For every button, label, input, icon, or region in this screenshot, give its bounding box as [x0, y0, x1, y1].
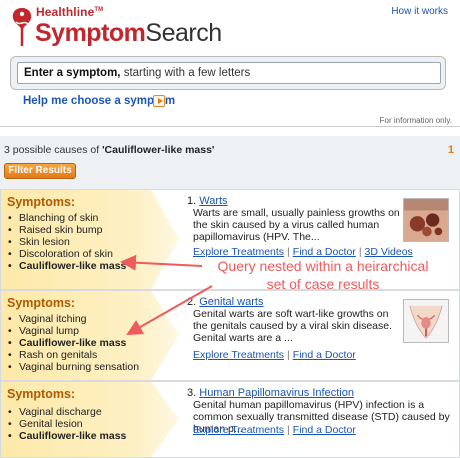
symptoms-heading: Symptoms: [7, 296, 76, 310]
symptom-item-query: Cauliflower-like mass [7, 337, 139, 349]
symptom-item: Vaginal discharge [7, 406, 126, 418]
symptom-item-query: Cauliflower-like mass [7, 430, 126, 442]
symptom-item: Rash on genitals [7, 349, 139, 361]
symptoms-list: Blanching of skin Raised skin bump Skin … [7, 212, 126, 272]
information-only-note: For information only. [379, 116, 452, 125]
find-a-doctor-link[interactable]: Find a Doctor [293, 424, 356, 436]
results-count: 3 possible causes of 'Cauliflower-like m… [4, 144, 215, 156]
anatomy-illustration[interactable] [403, 299, 449, 343]
arrow-right-icon[interactable] [153, 95, 165, 107]
annotation-line: Query nested within a heirarchical [217, 258, 429, 274]
result-title-row: 2. Genital warts [187, 296, 264, 308]
warts-photo[interactable] [403, 198, 449, 242]
header: HealthlineTM SymptomSearch How it works … [0, 0, 460, 130]
how-it-works-link[interactable]: How it works [391, 6, 448, 17]
result-actions: Explore Treatments | Find a Doctor [193, 349, 356, 361]
symptom-item: Blanching of skin [7, 212, 126, 224]
symptom-item: Vaginal lump [7, 325, 139, 337]
symptom-item: Discoloration of skin [7, 248, 126, 260]
symptoms-panel: Symptoms: Vaginal discharge Genital lesi… [1, 382, 179, 457]
brand-name: HealthlineTM [36, 5, 104, 19]
symptom-item: Raised skin bump [7, 224, 126, 236]
product-name: SymptomSearch [35, 19, 222, 47]
symptoms-panel: Symptoms: Vaginal itching Vaginal lump C… [1, 291, 179, 380]
result-description: Warts are small, usually painless growth… [193, 207, 400, 243]
result-title-row: 1. Warts [187, 195, 228, 207]
result-title-link[interactable]: Genital warts [199, 296, 263, 308]
explore-treatments-link[interactable]: Explore Treatments [193, 424, 284, 436]
result-title-row: 3. Human Papillomavirus Infection [187, 387, 354, 399]
find-a-doctor-link[interactable]: Find a Doctor [293, 349, 356, 361]
result-card-hpv: Symptoms: Vaginal discharge Genital lesi… [0, 381, 460, 458]
symptom-search-input[interactable]: Enter a symptom, starting with a few let… [17, 62, 441, 84]
result-description: Genital warts are soft wart-like growths… [193, 308, 393, 344]
filter-results-button[interactable]: Filter Results [4, 163, 76, 179]
explore-treatments-link[interactable]: Explore Treatments [193, 349, 284, 361]
symptoms-heading: Symptoms: [7, 387, 76, 401]
result-card-genital-warts: Symptoms: Vaginal itching Vaginal lump C… [0, 290, 460, 381]
result-actions: Explore Treatments | Find a Doctor [193, 424, 356, 436]
healthline-logo[interactable]: HealthlineTM SymptomSearch [10, 4, 230, 50]
result-title-link[interactable]: Human Papillomavirus Infection [199, 387, 354, 399]
results-area: 3 possible causes of 'Cauliflower-like m… [0, 136, 460, 458]
symptoms-heading: Symptoms: [7, 195, 76, 209]
symptom-item: Vaginal burning sensation [7, 361, 139, 373]
symptoms-list: Vaginal itching Vaginal lump Cauliflower… [7, 313, 139, 373]
result-title-link[interactable]: Warts [199, 195, 227, 207]
search-box: Enter a symptom, starting with a few let… [10, 56, 446, 90]
symptom-item: Genital lesion [7, 418, 126, 430]
divider [0, 126, 460, 127]
annotation-line: set of case results [266, 276, 380, 292]
symptom-item: Skin lesion [7, 236, 126, 248]
symptom-item-query: Cauliflower-like mass [7, 260, 126, 272]
symptoms-panel: Symptoms: Blanching of skin Raised skin … [1, 190, 179, 289]
page-number[interactable]: 1 [448, 144, 454, 156]
symptom-item: Vaginal itching [7, 313, 139, 325]
symptoms-list: Vaginal discharge Genital lesion Caulifl… [7, 406, 126, 442]
annotation-text: Query nested within a heirarchical set o… [196, 257, 450, 293]
healthline-logo-icon [12, 8, 32, 46]
